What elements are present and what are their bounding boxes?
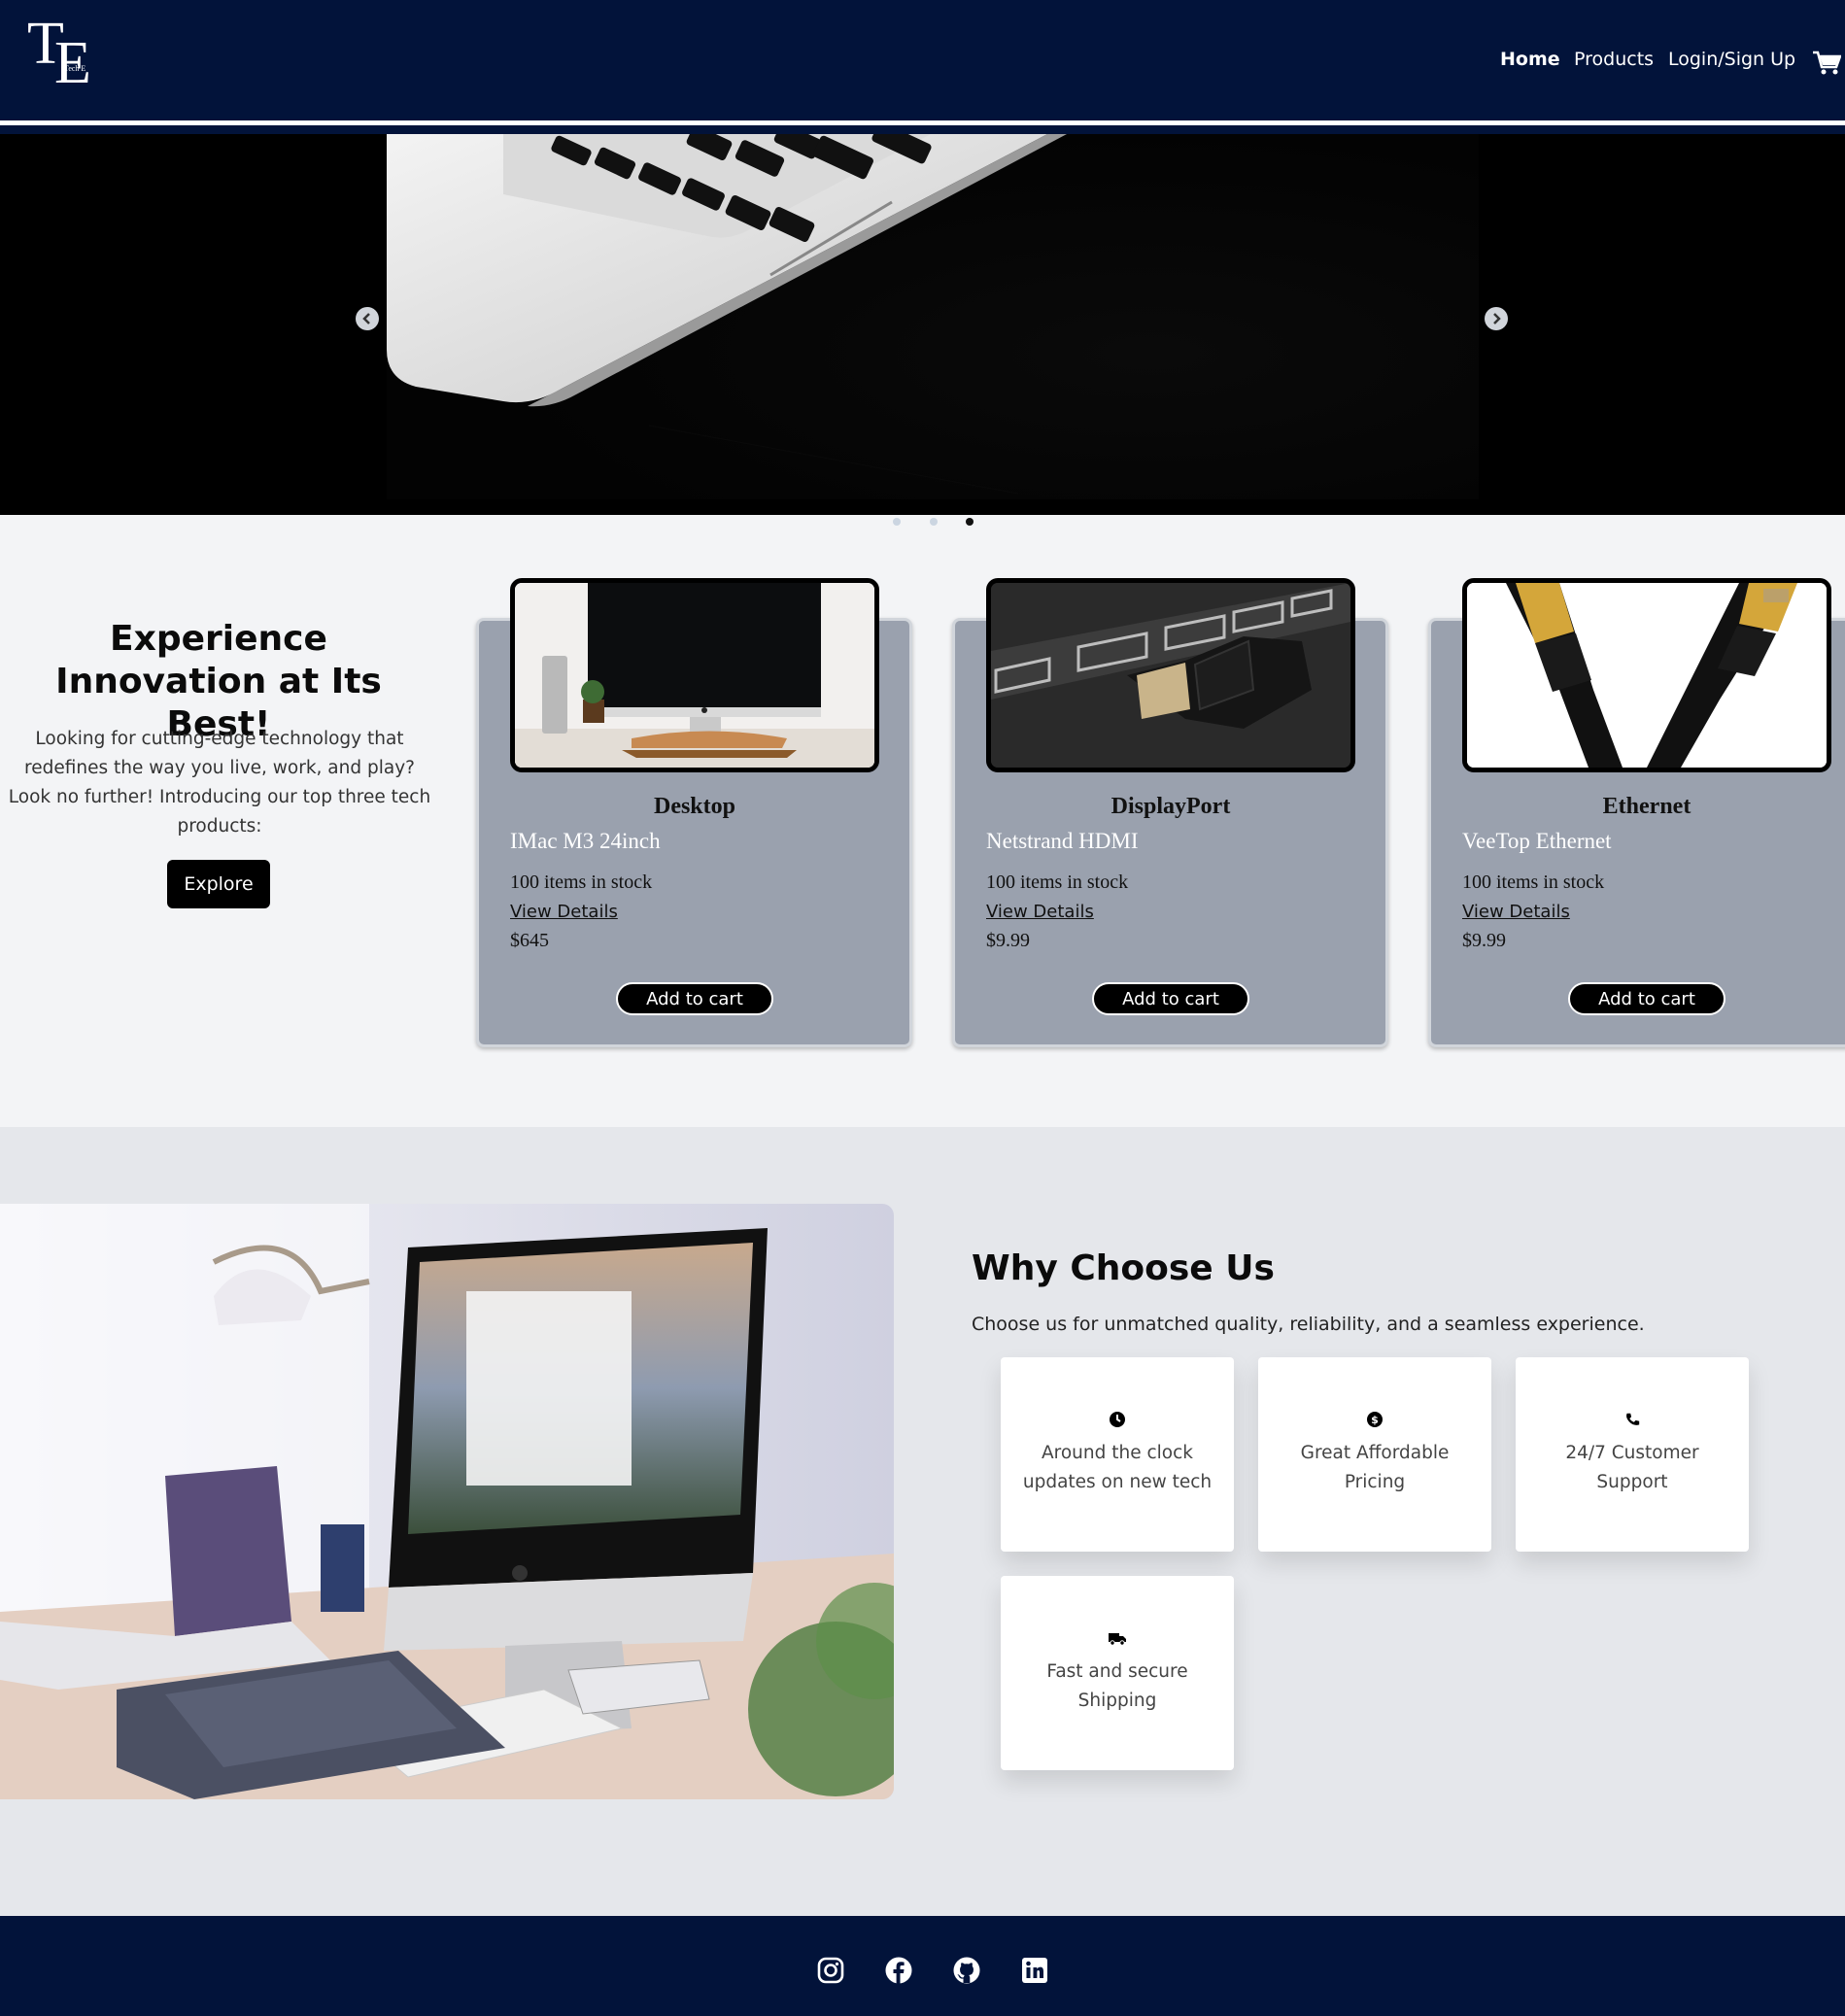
phone-icon xyxy=(1623,1410,1642,1429)
product-price: $645 xyxy=(510,930,549,951)
feature-text: 24/7 Customer Support xyxy=(1565,1443,1699,1492)
carousel-dot-1[interactable] xyxy=(893,518,901,526)
feature-card-updates: Around the clock updates on new tech xyxy=(1001,1357,1234,1552)
why-title: Why Choose Us xyxy=(972,1248,1275,1288)
feature-card-pricing: $ Great Affordable Pricing xyxy=(1258,1357,1491,1552)
site-logo[interactable]: T E Tech E xyxy=(25,14,95,96)
laptop-image xyxy=(387,134,1479,499)
product-price: $9.99 xyxy=(986,930,1030,951)
product-category: DisplayPort xyxy=(1110,794,1231,819)
linkedin-icon[interactable] xyxy=(1020,1956,1049,1985)
product-stock: 100 items in stock xyxy=(986,871,1129,893)
product-image-displayport[interactable] xyxy=(986,578,1355,772)
feature-text: Great Affordable Pricing xyxy=(1300,1443,1450,1492)
desk-setup-image xyxy=(0,1204,894,1799)
nav-products[interactable]: Products xyxy=(1574,49,1654,70)
product-stock: 100 items in stock xyxy=(510,871,653,893)
ethernet-photo xyxy=(1467,583,1827,768)
product-stock: 100 items in stock xyxy=(1462,871,1605,893)
feature-text: Fast and secure Shipping xyxy=(1046,1661,1188,1711)
site-footer xyxy=(0,1916,1845,2016)
carousel-dot-3[interactable] xyxy=(966,518,974,526)
product-name: IMac M3 24inch xyxy=(510,829,661,853)
feature-card-support: 24/7 Customer Support xyxy=(1516,1357,1749,1552)
view-details-link[interactable]: View Details xyxy=(510,902,618,922)
view-details-link[interactable]: View Details xyxy=(986,902,1094,922)
add-to-cart-button[interactable]: Add to cart xyxy=(616,982,773,1015)
product-category: Ethernet xyxy=(1602,794,1691,819)
product-name: VeeTop Ethernet xyxy=(1462,829,1612,853)
feature-text: Around the clock updates on new tech xyxy=(1022,1443,1213,1492)
hero-carousel xyxy=(0,134,1845,515)
header-underbar xyxy=(0,125,1845,134)
intro-text: Looking for cutting-edge technology that… xyxy=(8,729,431,837)
workspace-photo xyxy=(0,1204,894,1799)
product-image-ethernet[interactable] xyxy=(1462,578,1831,772)
add-to-cart-button[interactable]: Add to cart xyxy=(1092,982,1249,1015)
chevron-left-icon xyxy=(362,313,370,325)
product-image-desktop[interactable] xyxy=(510,578,879,772)
view-details-link[interactable]: View Details xyxy=(1462,902,1570,922)
explore-button[interactable]: Explore xyxy=(167,860,270,908)
imac-photo xyxy=(515,583,874,768)
product-category: Desktop xyxy=(653,794,735,819)
product-price: $9.99 xyxy=(1462,930,1506,951)
chevron-right-icon xyxy=(1493,313,1501,325)
carousel-indicators xyxy=(0,518,1845,528)
shopping-cart-icon[interactable] xyxy=(1812,49,1841,78)
nav-login-signup[interactable]: Login/Sign Up xyxy=(1668,49,1795,70)
truck-icon xyxy=(1108,1628,1127,1648)
carousel-slide-laptop xyxy=(387,134,1479,499)
carousel-dot-2[interactable] xyxy=(930,518,938,526)
svg-text:$: $ xyxy=(1371,1414,1379,1426)
github-icon[interactable] xyxy=(952,1956,981,1985)
carousel-next-button[interactable] xyxy=(1485,307,1508,330)
facebook-icon[interactable] xyxy=(884,1956,913,1985)
carousel-prev-button[interactable] xyxy=(356,307,379,330)
logo-subtitle: Tech E xyxy=(64,64,86,73)
why-subtitle: Choose us for unmatched quality, reliabi… xyxy=(972,1314,1645,1335)
nav-home[interactable]: Home xyxy=(1500,49,1560,70)
feature-card-shipping: Fast and secure Shipping xyxy=(1001,1576,1234,1770)
hdmi-photo xyxy=(991,583,1350,768)
product-name: Netstrand HDMI xyxy=(986,829,1139,853)
logo-letter-e: E xyxy=(54,30,91,96)
clock-icon xyxy=(1108,1410,1127,1429)
instagram-icon[interactable] xyxy=(816,1956,845,1985)
dollar-icon: $ xyxy=(1365,1410,1384,1429)
add-to-cart-button[interactable]: Add to cart xyxy=(1568,982,1725,1015)
site-header: T E Tech E xyxy=(0,0,1845,120)
